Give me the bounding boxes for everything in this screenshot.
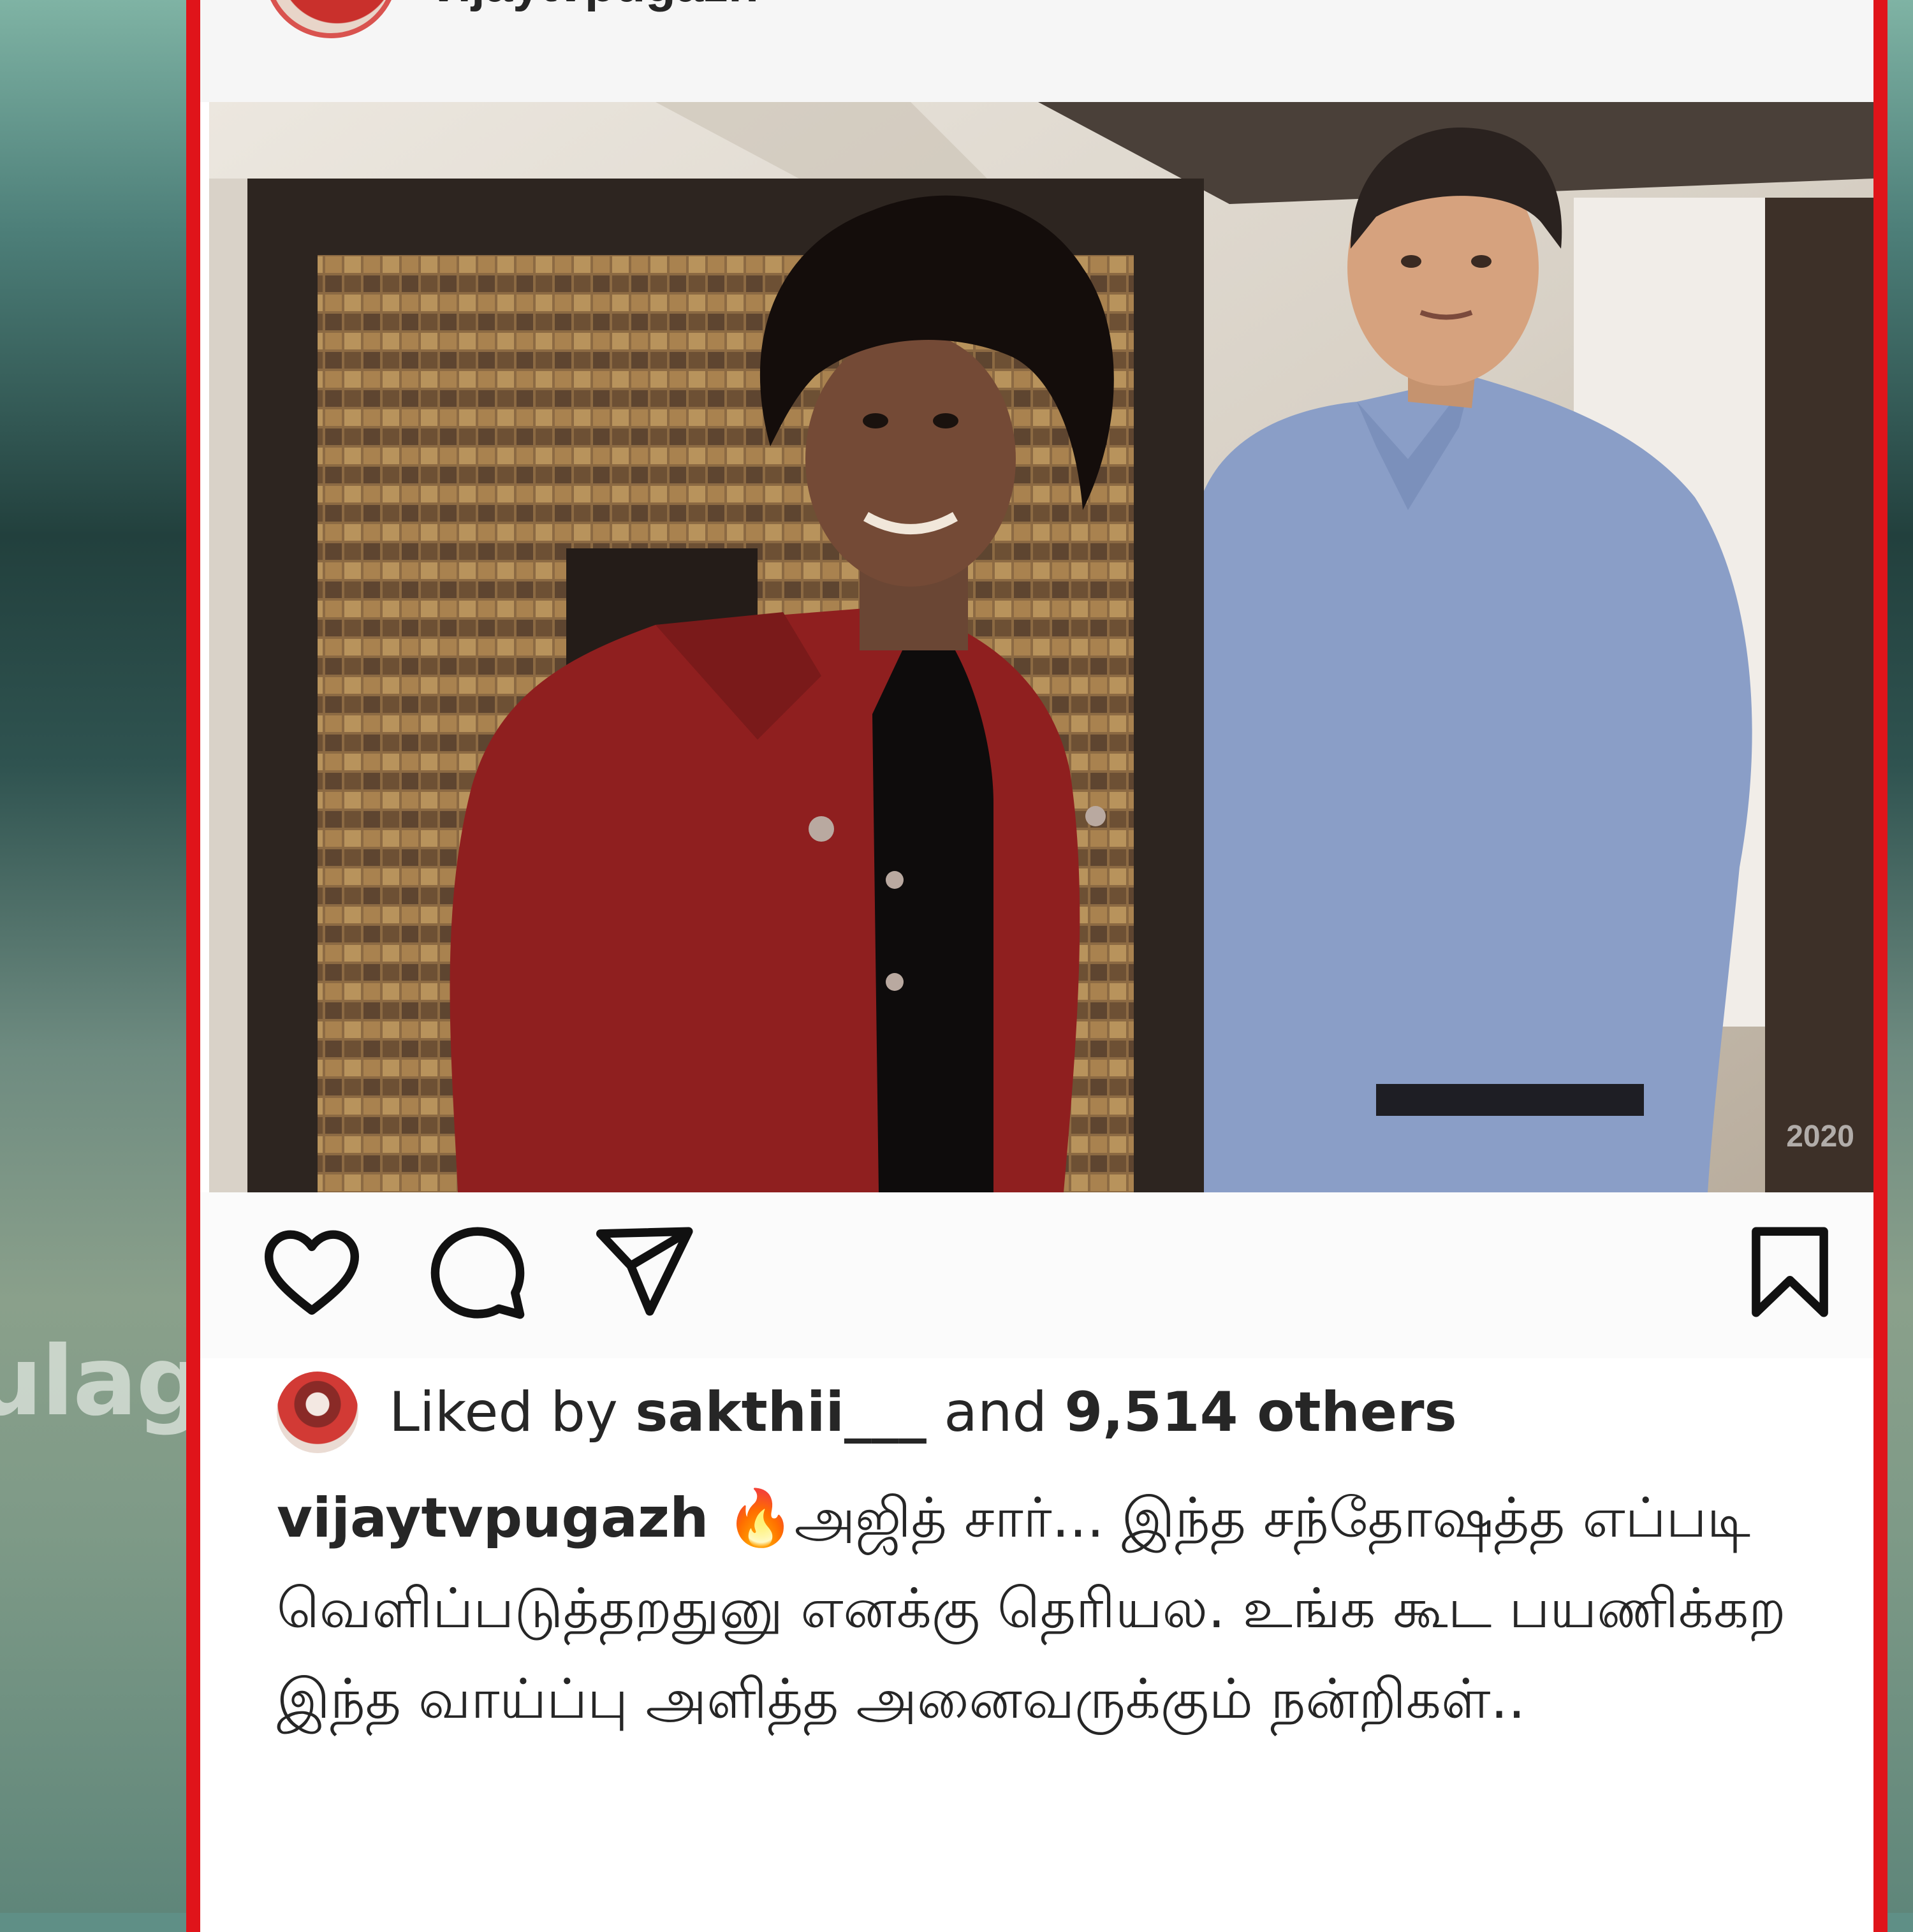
likes-summary[interactable]: Liked by sakthii___ and 9,514 others bbox=[277, 1368, 1457, 1457]
post-photo[interactable]: 2020 bbox=[209, 102, 1873, 1192]
post-header: vijaytvpugazh bbox=[200, 0, 1873, 102]
liked-by-prefix: Liked by bbox=[389, 1380, 618, 1444]
send-icon[interactable] bbox=[589, 1218, 698, 1326]
likes-count[interactable]: 9,514 others bbox=[1064, 1380, 1456, 1444]
comment-icon[interactable] bbox=[423, 1218, 532, 1326]
post-username[interactable]: vijaytvpugazh bbox=[430, 0, 759, 13]
liker-avatar[interactable] bbox=[277, 1372, 358, 1453]
photo-illustration bbox=[209, 102, 1873, 1192]
liked-by-and: and bbox=[944, 1380, 1048, 1444]
profile-avatar[interactable] bbox=[264, 0, 398, 38]
photo-watermark: 2020 bbox=[1786, 1120, 1854, 1153]
fire-emoji-icon: 🔥 bbox=[726, 1486, 795, 1550]
background-partial-text: ulag bbox=[0, 1326, 205, 1437]
liked-by-username[interactable]: sakthii___ bbox=[635, 1380, 927, 1444]
bookmark-icon[interactable] bbox=[1736, 1218, 1844, 1326]
caption-username[interactable]: vijaytvpugazh bbox=[277, 1486, 708, 1550]
heart-icon[interactable] bbox=[258, 1218, 366, 1326]
instagram-post-card: vijaytvpugazh bbox=[186, 0, 1887, 1932]
post-caption: vijaytvpugazh 🔥அஜித் சார்... இந்த சந்தோஷ… bbox=[277, 1473, 1820, 1745]
